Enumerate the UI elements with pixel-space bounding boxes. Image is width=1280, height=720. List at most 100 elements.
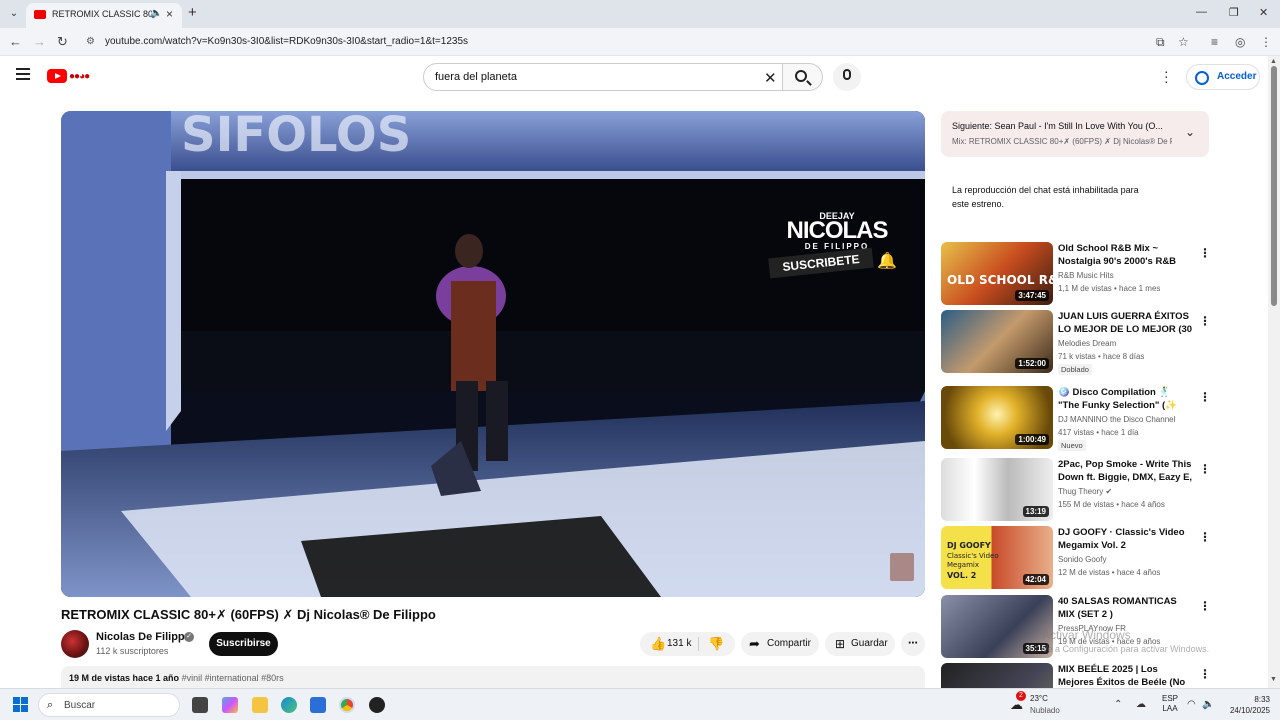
video-thumbnail[interactable]: 35:15 (941, 595, 1053, 658)
youtube-logo[interactable]: ●●◕● (47, 69, 113, 85)
signin-button[interactable]: Acceder (1186, 64, 1260, 90)
menu-icon[interactable] (16, 68, 30, 80)
browser-tab[interactable]: RETROMIX CLASSIC 80+X (6 🔈 × (26, 3, 182, 28)
more-actions-button[interactable]: ⋯ (901, 632, 925, 656)
activate-windows-watermark: Activar Windows Ve a Configuración para … (1042, 628, 1209, 654)
recommendation-item[interactable]: 13:19 2Pac, Pop Smoke - Write This Down … (941, 458, 1213, 522)
recommendation-channel[interactable]: Melodies Dream (1058, 339, 1116, 348)
recommendation-title[interactable]: Old School R&B Mix ~ Nostalgia 90's 2000… (1058, 242, 1193, 268)
channel-name[interactable]: Nicolas De Filippo (96, 631, 191, 643)
chevron-down-icon[interactable]: ⌄ (1185, 125, 1195, 139)
recommendation-channel[interactable]: DJ MANNINO the Disco Channel (1058, 415, 1175, 424)
more-options-icon[interactable]: ⋮ (1199, 599, 1211, 613)
youtube-header: ●●◕● fuera del planeta ✕ · · · Acceder (0, 56, 1268, 98)
tray-overflow-icon[interactable]: ⌃ (1114, 699, 1122, 710)
forward-icon[interactable]: → (33, 34, 46, 49)
up-next-mix: Mix: RETROMIX CLASSIC 80+✗ (60FPS) ✗ Dj … (952, 137, 1172, 146)
more-options-icon[interactable]: ⋮ (1199, 390, 1211, 404)
description-box[interactable]: 19 M de vistas hace 1 año #vinil #intern… (61, 666, 925, 688)
new-tab-icon[interactable]: + (188, 4, 197, 21)
speaker-icon[interactable]: 🔈 (150, 8, 162, 19)
recommendation-channel[interactable]: Sonido Goofy (1058, 555, 1106, 564)
video-thumbnail[interactable]: DJ GOOFY Classic's Video Megamix VOL. 2 42:… (941, 526, 1053, 589)
back-icon[interactable]: ← (9, 34, 22, 49)
scroll-down-icon[interactable]: ▼ (1270, 676, 1277, 683)
recommendation-channel[interactable]: Thug Theory ✔ (1058, 487, 1112, 496)
onedrive-icon[interactable]: ☁ (1136, 699, 1146, 710)
recommendation-channel[interactable]: R&B Music Hits (1058, 271, 1114, 280)
save-button[interactable]: ⊞ Guardar (825, 632, 895, 656)
search-value[interactable]: fuera del planeta (435, 71, 517, 83)
recommendation-item[interactable]: DJ GOOFY Classic's Video Megamix VOL. 2 42:… (941, 526, 1213, 590)
clock[interactable]: 8:33 24/10/2025 (1222, 694, 1270, 716)
video-thumbnail[interactable] (941, 663, 1053, 688)
more-options-icon[interactable]: ⋮ (1199, 246, 1211, 260)
scroll-up-icon[interactable]: ▲ (1270, 58, 1277, 65)
install-app-icon[interactable]: ⧉ (1156, 35, 1165, 50)
hashtags[interactable]: #vinil #international #80rs (182, 673, 284, 683)
task-view-icon[interactable] (192, 697, 208, 713)
search-input[interactable]: fuera del planeta ✕ (423, 63, 783, 91)
windows-start-icon[interactable] (13, 697, 29, 713)
channel-branding-icon[interactable] (890, 553, 914, 581)
browser-menu-icon[interactable]: ⋮ (1260, 35, 1272, 49)
video-thumbnail[interactable]: OLD SCHOOL R&B 3:47:45 (941, 242, 1053, 305)
tab-search-icon[interactable]: ⌄ (6, 6, 22, 22)
recommendation-title[interactable]: 2Pac, Pop Smoke - Write This Down ft. Bi… (1058, 458, 1193, 484)
subscribe-button[interactable]: Suscribirse (209, 632, 278, 656)
recommendation-item[interactable]: MIX BEÉLE 2025 | Los Mejores Éxitos de B… (941, 663, 1213, 688)
recommendation-title[interactable]: 🪩 Disco Compilation 🕺 "The Funky Selecti… (1058, 386, 1193, 412)
dislike-icon[interactable]: 👎 (708, 632, 724, 656)
channel-avatar[interactable] (61, 630, 89, 658)
volume-icon[interactable]: 🔈 (1202, 699, 1214, 710)
recommendation-item[interactable]: OLD SCHOOL R&B 3:47:45 Old School R&B Mi… (941, 242, 1213, 306)
restore-icon[interactable]: ❐ (1229, 6, 1239, 19)
up-next-card[interactable]: Siguiente: Sean Paul - I'm Still In Love… (941, 111, 1209, 157)
more-options-icon[interactable]: ⋮ (1199, 530, 1211, 544)
recommendation-title[interactable]: 40 SALSAS ROMANTICAS MIX (SET 2 ) (1058, 595, 1193, 621)
close-tab-icon[interactable]: × (166, 7, 173, 21)
voice-search-button[interactable] (833, 63, 861, 91)
recommendation-title[interactable]: DJ GOOFY · Classic's Video Megamix Vol. … (1058, 526, 1193, 552)
more-options-icon[interactable]: ⋮ (1199, 314, 1211, 328)
video-player[interactable]: SIFOLOS DEEJAY NICOLAS DE FILIPPO SUSCRI… (61, 111, 925, 597)
recommendation-item[interactable]: 1:52:00 JUAN LUIS GUERRA ÉXITOS LO MEJOR… (941, 310, 1213, 375)
page-scrollbar[interactable]: ▲ ▼ (1268, 56, 1280, 688)
like-count[interactable]: 131 k (667, 632, 691, 656)
video-thumbnail[interactable]: 13:19 (941, 458, 1053, 521)
url-field[interactable]: ⚙ youtube.com/watch?v=Ko9n30s-3I0&list=R… (80, 31, 1200, 53)
share-button[interactable]: ➦ Compartir (741, 632, 819, 656)
profile-icon[interactable]: ◎ (1235, 35, 1245, 49)
wifi-icon[interactable]: ◠ (1187, 699, 1196, 710)
site-info-icon[interactable]: ⚙ (86, 36, 95, 47)
video-thumbnail[interactable]: 1:52:00 (941, 310, 1053, 373)
url-text[interactable]: youtube.com/watch?v=Ko9n30s-3I0&list=RDK… (105, 36, 468, 47)
app-icon[interactable] (369, 697, 385, 713)
edge-icon[interactable] (281, 697, 297, 713)
reload-icon[interactable]: ↻ (57, 34, 68, 50)
search-button[interactable] (783, 63, 823, 91)
taskbar-search[interactable]: ⌕ Buscar (38, 693, 180, 717)
more-options-icon[interactable]: ⋮ (1199, 462, 1211, 476)
file-explorer-icon[interactable] (252, 697, 268, 713)
save-playlist-icon: ⊞ (835, 637, 846, 651)
copilot-icon[interactable] (222, 697, 238, 713)
recommendation-title[interactable]: MIX BEÉLE 2025 | Los Mejores Éxitos de B… (1058, 663, 1193, 688)
close-window-icon[interactable]: ✕ (1259, 6, 1268, 19)
settings-more-icon[interactable]: · · · (1164, 64, 1169, 88)
recommendation-item[interactable]: 1:00:49 🪩 Disco Compilation 🕺 "The Funky… (941, 386, 1213, 451)
chrome-icon[interactable] (339, 697, 355, 713)
bookmark-star-icon[interactable]: ☆ (1178, 35, 1189, 49)
minimize-icon[interactable]: — (1196, 6, 1207, 18)
like-icon[interactable]: 👍 (650, 632, 666, 656)
recommendation-title[interactable]: JUAN LUIS GUERRA ÉXITOS LO MEJOR DE LO M… (1058, 310, 1193, 336)
reading-list-icon[interactable]: ≡ (1211, 35, 1218, 49)
more-options-icon[interactable]: ⋮ (1199, 667, 1211, 681)
clear-search-icon[interactable]: ✕ (764, 69, 777, 87)
language-indicator[interactable]: ESP LAA (1160, 694, 1180, 714)
video-thumbnail[interactable]: 1:00:49 (941, 386, 1053, 449)
svg-text:SIFOLOS: SIFOLOS (181, 111, 411, 163)
address-bar: ← → ↻ ⚙ youtube.com/watch?v=Ko9n30s-3I0&… (0, 28, 1280, 56)
store-icon[interactable] (310, 697, 326, 713)
scroll-thumb[interactable] (1271, 66, 1277, 306)
